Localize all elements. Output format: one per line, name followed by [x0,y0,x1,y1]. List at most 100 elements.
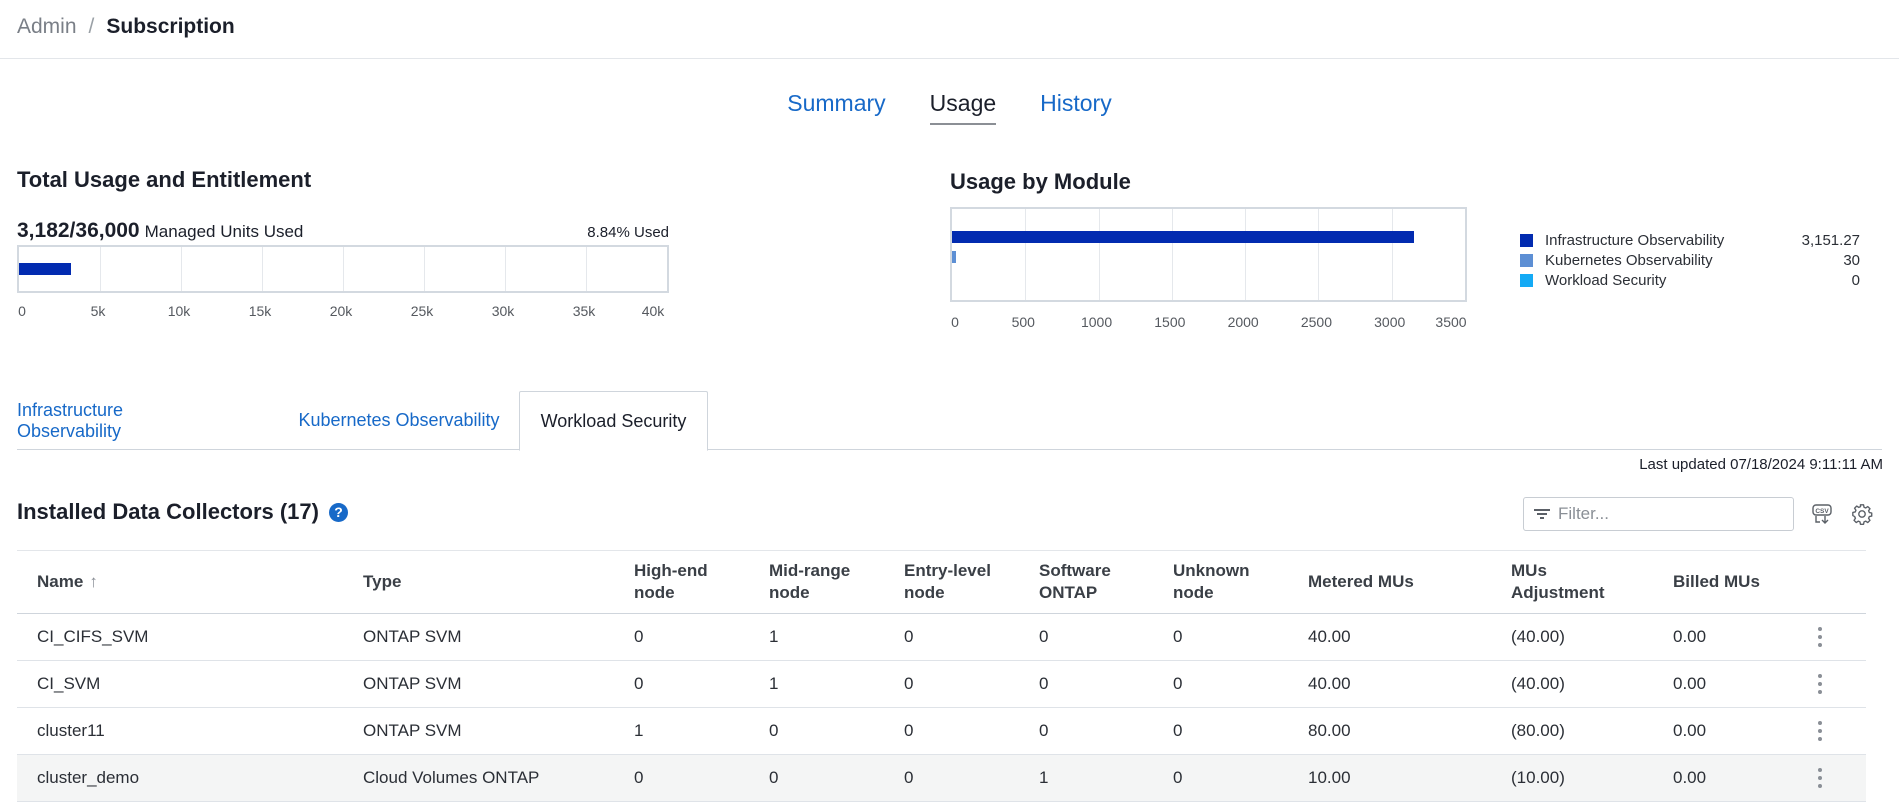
x-tick-label: 3500 [1435,314,1467,330]
svg-text:CSV: CSV [1815,508,1829,515]
cell-software-ontap: 0 [1039,627,1049,646]
tab-kubernetes-observability[interactable]: Kubernetes Observability [279,391,519,450]
x-tick-label: 500 [1011,314,1035,330]
legend-value: 30 [1843,251,1860,269]
x-tick-label: 40k [641,303,665,319]
x-tick-label: 20k [329,303,353,319]
kebab-menu-icon[interactable] [1814,717,1826,745]
gridline [1391,209,1393,300]
x-tick-label: 15k [248,303,272,319]
x-tick-label: 30k [491,303,515,319]
cell-name: CI_CIFS_SVM [37,627,149,646]
x-tick-label: 0 [18,303,26,319]
kebab-menu-icon[interactable] [1814,670,1826,698]
total-usage-title: Total Usage and Entitlement [17,167,312,192]
cell-type: ONTAP SVM [363,627,462,646]
legend-value: 3,151.27 [1801,231,1860,249]
cell-software-ontap: 0 [1039,721,1049,740]
cell-mid-range: 0 [769,768,779,787]
tab-infrastructure-observability[interactable]: Infrastructure Observability [17,391,230,450]
cell-adjustment: (40.00) [1511,674,1565,693]
column-header-metered[interactable]: Metered MUs [1288,571,1491,593]
column-header-software-ontap[interactable]: Software ONTAP [1019,560,1153,604]
cell-software-ontap: 1 [1039,768,1049,787]
sort-ascending-icon[interactable]: ↑ [89,572,98,591]
csv-export-button[interactable]: CSV [1808,500,1836,528]
column-header-adjustment[interactable]: MUs Adjustment [1491,560,1653,604]
cell-unknown: 0 [1173,674,1183,693]
legend-swatch-icon [1520,273,1533,287]
gridline [343,247,344,291]
gridline [1098,209,1100,300]
tab-workload-security[interactable]: Workload Security [519,391,708,451]
cell-high-end: 1 [634,721,644,740]
legend-label: Infrastructure Observability [1545,231,1725,249]
cell-mid-range: 1 [769,627,779,646]
cell-billed: 0.00 [1673,627,1707,646]
usage-count: 3,182/36,000 [17,219,140,242]
legend-item-infrastructure: Infrastructure Observability 3,151.27 [1520,230,1860,250]
breadcrumb-separator: / [88,15,95,38]
cell-name: cluster11 [37,721,105,740]
cell-high-end: 0 [634,627,644,646]
settings-button[interactable] [1848,500,1876,528]
breadcrumb-admin-link[interactable]: Admin [17,15,77,39]
cell-unknown: 0 [1173,627,1183,646]
cell-entry-level: 0 [904,768,914,787]
legend-swatch-icon [1520,233,1533,247]
column-header-mid-range[interactable]: Mid-range node [749,560,884,604]
table-row[interactable]: CI_SVM ONTAP SVM 0 1 0 0 0 40.00 (40.00) 0.00 [17,661,1866,708]
column-header-type[interactable]: Type [343,571,614,593]
column-header-unknown[interactable]: Unknown node [1153,560,1288,604]
tab-summary[interactable]: Summary [787,90,885,125]
x-tick-label: 2000 [1227,314,1259,330]
cell-high-end: 0 [634,768,644,787]
row-actions-cell [1793,670,1846,698]
table-row[interactable]: cluster_demo Cloud Volumes ONTAP 0 0 0 1 0 10.0… [17,755,1866,802]
usage-by-module-title: Usage by Module [950,169,1131,194]
kebab-menu-icon[interactable] [1814,623,1826,651]
x-tick-label: 5k [90,303,106,319]
usage-by-module-chart [950,207,1467,302]
cell-metered: 40.00 [1308,674,1351,693]
gridline [181,247,182,291]
table-body: CI_CIFS_SVM ONTAP SVM 0 1 0 0 0 40.00 (40.00) 0.0… [17,614,1866,802]
gridline [1025,209,1027,300]
cell-adjustment: (10.00) [1511,768,1565,787]
table-header: Name ↑ Type High-end node Mid-range node … [17,550,1866,614]
gridline [1245,209,1247,300]
table-row[interactable]: cluster11 ONTAP SVM 1 0 0 0 0 80.00 (80.00) 0.00 [17,708,1866,755]
x-tick-label: 2500 [1300,314,1332,330]
cell-name: cluster_demo [37,768,140,787]
gridline [424,247,425,291]
filter-field[interactable] [1523,497,1794,531]
collectors-table: Name ↑ Type High-end node Mid-range node … [17,550,1866,802]
total-usage-chart [17,245,669,293]
cell-type: Cloud Volumes ONTAP [363,768,540,787]
tab-history[interactable]: History [1040,90,1112,125]
last-updated: Last updated 07/18/2024 9:11:11 AM [1639,456,1883,473]
cell-adjustment: (40.00) [1511,627,1565,646]
cell-unknown: 0 [1173,721,1183,740]
legend-value: 0 [1851,271,1860,289]
bar-managed-units-used [19,263,71,275]
column-header-name[interactable]: Name ↑ [17,571,343,593]
legend-item-workload-security: Workload Security 0 [1520,270,1860,290]
page-tabs: Summary Usage History [0,90,1899,125]
column-header-high-end[interactable]: High-end node [614,560,749,604]
help-icon[interactable]: ? [328,502,348,522]
kebab-menu-icon[interactable] [1814,764,1826,792]
header-divider [0,58,1899,59]
collectors-header: Installed Data Collectors (17) ? [17,499,348,525]
module-tabs: Infrastructure Observability Kubernetes … [17,391,1882,451]
tab-usage[interactable]: Usage [929,90,997,125]
table-row[interactable]: CI_CIFS_SVM ONTAP SVM 0 1 0 0 0 40.00 (40.00) 0.0… [17,614,1866,661]
breadcrumb: Admin / Subscription [17,12,235,42]
x-tick-label: 10k [167,303,191,319]
filter-input[interactable] [1558,504,1778,524]
column-header-entry-level[interactable]: Entry-level node [884,560,1019,604]
gridline [505,247,506,291]
collectors-title: Installed Data Collectors (17) [17,499,319,524]
cell-type: ONTAP SVM [363,674,462,693]
column-header-billed[interactable]: Billed MUs [1653,571,1793,593]
